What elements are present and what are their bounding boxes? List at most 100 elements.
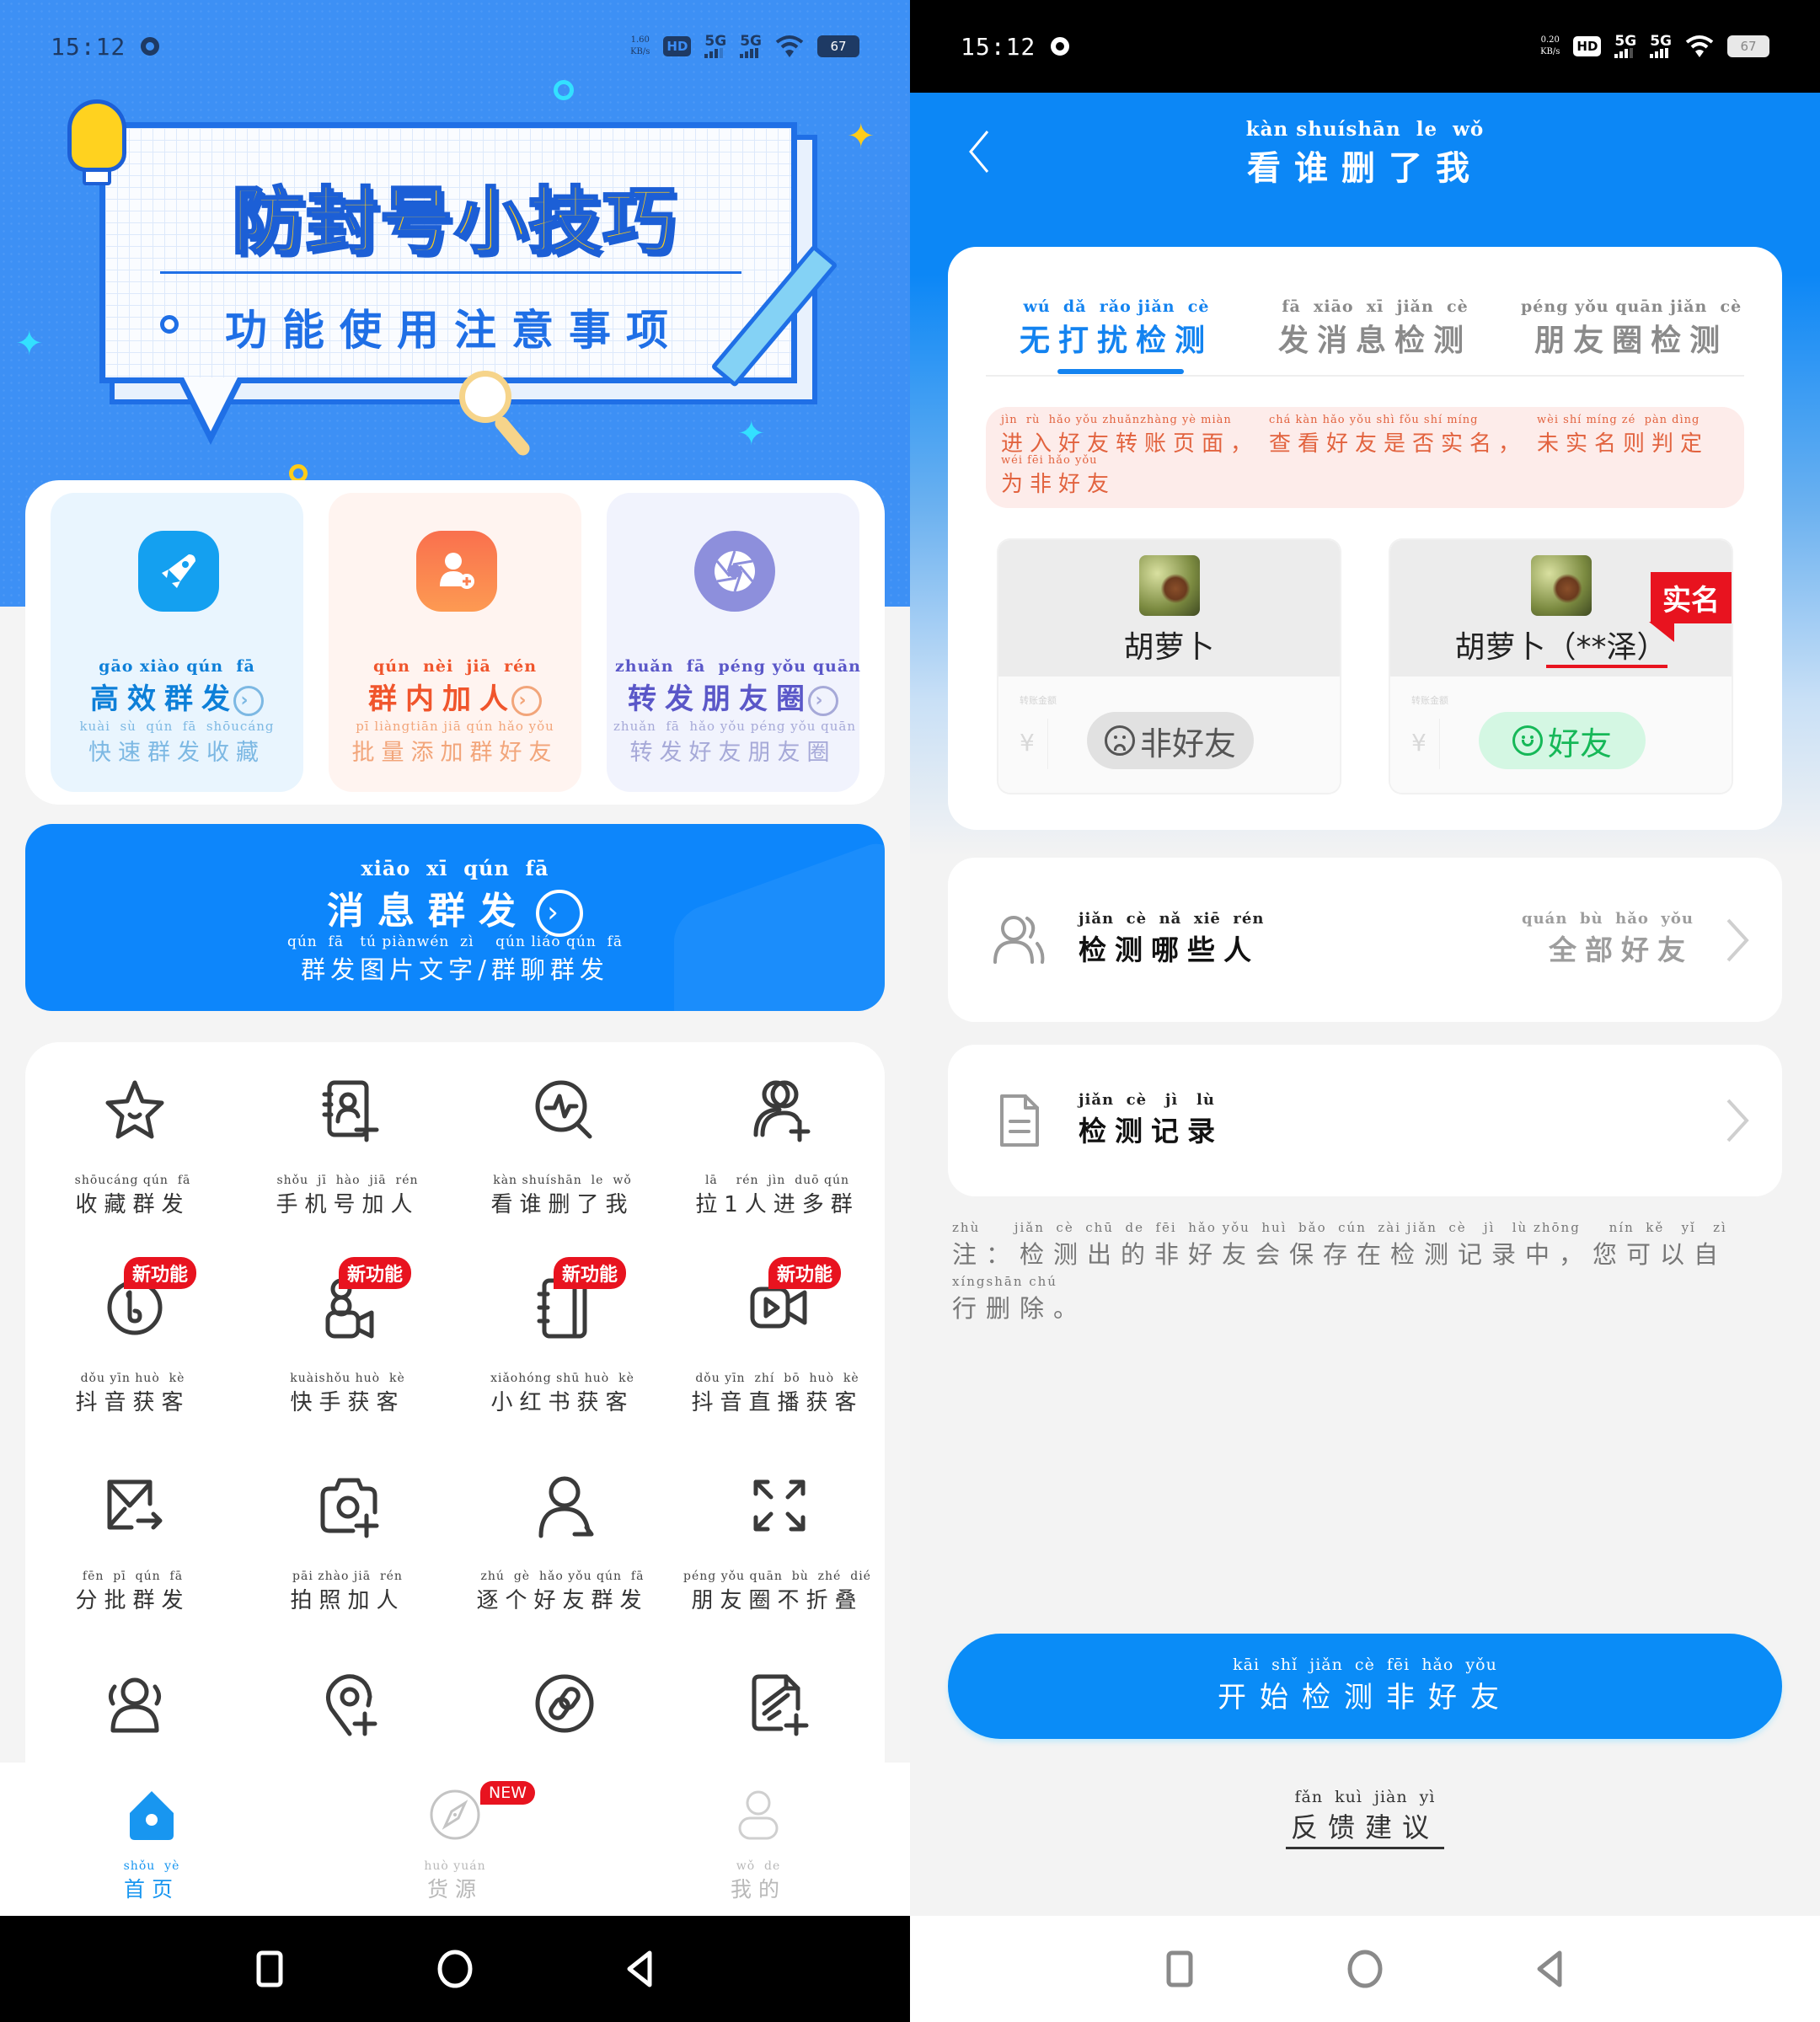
recents-button[interactable] bbox=[1159, 1948, 1201, 1990]
note-line: 行删除。 bbox=[952, 1294, 1088, 1323]
feature-forward-moments[interactable]: zhuǎn fā péng yǒu quān 转发朋友圈 › zhuǎn fā hǎ… bbox=[607, 493, 860, 792]
chevron-right-icon bbox=[1726, 1099, 1749, 1142]
new-feature-badge: 新功能 bbox=[124, 1257, 197, 1289]
tip-text: 未实名则判定 bbox=[1537, 431, 1710, 457]
detect-scope-row[interactable]: jiǎn cè nǎ xiē rén 检测哪些人 quán bù hǎo yǒu 全… bbox=[948, 858, 1782, 1022]
tip-pinyin: wèi shí míng zé pàn dìng bbox=[1537, 414, 1700, 426]
grid-item[interactable]: shōucáng qún fā 收藏群发 bbox=[25, 1042, 240, 1240]
status-badge: 非好友 bbox=[1087, 712, 1254, 769]
back-button[interactable] bbox=[619, 1948, 661, 1990]
circle-icon bbox=[437, 1950, 473, 1988]
grid-item-text: 拍照加人 bbox=[290, 1588, 405, 1613]
feedback-link[interactable]: fǎn kuì jiàn yì 反馈建议 bbox=[1285, 1788, 1444, 1849]
grid-item-text: 朋友圈不折叠 bbox=[691, 1588, 864, 1613]
feature-subtitle: kuài sù qún fā shōucáng 快速群发收藏 bbox=[57, 719, 297, 767]
option-value: 全部好友 bbox=[1549, 933, 1694, 966]
button-label: 开始检测非好友 bbox=[1218, 1681, 1512, 1714]
grid-item-pinyin: shǒu jī hào jiā rén bbox=[276, 1174, 419, 1187]
note-line: 注：检测出的非好友会保存在检测记录中，您可以自 bbox=[952, 1240, 1728, 1269]
mass-message-banner[interactable]: xiāo xī qún fā 消息群发 › qún fā tú piànwén z… bbox=[25, 824, 885, 1011]
battery-icon: 67 bbox=[817, 35, 859, 57]
grid-item[interactable]: 新功能 dǒu yīn zhí bō huò kè 抖音直播获客 bbox=[670, 1240, 885, 1438]
grid-item-text: 拉1人进多群 bbox=[695, 1192, 859, 1217]
tab-message-detect[interactable]: fā xiāo xī jiǎn cè 发消息检测 bbox=[1278, 297, 1472, 360]
speech-bubble: 防封号小技巧 功能使用注意事项 bbox=[99, 122, 797, 383]
home-button[interactable] bbox=[1344, 1948, 1386, 1990]
feature-subtitle: zhuǎn fā hǎo yǒu péng yǒu quān 转发好友朋友圈 bbox=[613, 719, 855, 767]
users-add-icon bbox=[746, 1076, 813, 1143]
grid-item-pinyin: dǒu yīn huò kè bbox=[80, 1372, 185, 1385]
signal-2-icon: 5G bbox=[740, 34, 762, 58]
option-label: 检测记录 bbox=[1079, 1115, 1223, 1147]
tab-pinyin: wú dǎ rǎo jiǎn cè bbox=[1023, 297, 1210, 316]
smile-face-icon bbox=[1512, 725, 1543, 756]
note-text: zhù jiǎn cè chū de fēi hǎo yǒu huì bǎo c… bbox=[952, 1220, 1795, 1328]
option-label: 检测哪些人 bbox=[1079, 933, 1260, 966]
status-badge: 好友 bbox=[1479, 712, 1646, 769]
tab-pinyin: shǒu yè bbox=[123, 1859, 180, 1873]
page-title-text: 看谁删了我 bbox=[1247, 149, 1483, 188]
detect-records-row[interactable]: jiǎn cè jì lù 检测记录 bbox=[948, 1045, 1782, 1196]
network-type: 5G bbox=[1650, 32, 1672, 50]
tab-label: 货源 bbox=[426, 1877, 483, 1902]
tab-pinyin: huò yuán bbox=[424, 1859, 486, 1873]
grid-item[interactable]: zhú gè hǎo yǒu qún fā 逐个好友群发 bbox=[455, 1438, 670, 1636]
status-time: 15:12 bbox=[961, 32, 1036, 61]
grid-item[interactable]: lā rén jìn duō qún 拉1人进多群 bbox=[670, 1042, 885, 1240]
tab-no-disturb-detect[interactable]: wú dǎ rǎo jiǎn cè 无打扰检测 bbox=[1020, 297, 1213, 360]
grid-item-label: dǒu yīn huò kè 抖音获客 bbox=[25, 1372, 240, 1416]
grid-item[interactable]: 新功能 dǒu yīn huò kè 抖音获客 bbox=[25, 1240, 240, 1438]
grid-item[interactable]: fēn pī qún fā 分批群发 bbox=[25, 1438, 240, 1636]
signal-1-icon: 5G bbox=[1614, 34, 1636, 58]
tab-home[interactable]: shǒu yè 首页 bbox=[0, 1763, 303, 1916]
home-button[interactable] bbox=[434, 1948, 476, 1990]
pulse-search-icon bbox=[531, 1076, 598, 1143]
grid-item[interactable]: 新功能 kuàishǒu huò kè 快手获客 bbox=[240, 1240, 455, 1438]
star-icon bbox=[101, 1076, 169, 1143]
network-type: 5G bbox=[704, 32, 727, 50]
sparkle-icon: ✦ bbox=[847, 117, 875, 156]
rocket-icon bbox=[138, 531, 219, 612]
grid-item-pinyin: kuàishǒu huò kè bbox=[290, 1372, 405, 1385]
tip-segment: jìn rù hǎo yǒu zhuǎnzhàng yè miàn 进入好友转账页… bbox=[1001, 414, 1259, 457]
grid-item-pinyin: lā rén jìn duō qún bbox=[704, 1174, 850, 1187]
grid-item[interactable]: kàn shuíshān le wǒ 看谁删了我 bbox=[455, 1042, 670, 1240]
feature-mass-send[interactable]: gāo xiào qún fā 高效群发 › kuài sù qún fā shōu… bbox=[51, 493, 303, 792]
feedback-pinyin: fǎn kuì jiàn yì bbox=[1294, 1788, 1436, 1806]
tab-sources[interactable]: NEW huò yuán 货源 bbox=[303, 1763, 607, 1916]
hd-voice-icon: HD bbox=[663, 36, 692, 56]
banner-subtitle-pinyin: qún fā tú piànwén zì qún liáo qún fā bbox=[286, 933, 624, 950]
profile-icon bbox=[738, 1790, 779, 1840]
tip-pinyin: chá kàn hǎo yǒu shì fǒu shí míng bbox=[1269, 414, 1479, 426]
new-feature-badge: 新功能 bbox=[554, 1257, 627, 1289]
tab-mine[interactable]: wǒ de 我的 bbox=[607, 1763, 910, 1916]
bubble-tail-inner bbox=[184, 377, 238, 431]
feature-group-add[interactable]: qún nèi jiā rén 群内加人 › pī liàngtiān jiā qú… bbox=[329, 493, 581, 792]
expand-icon bbox=[746, 1472, 813, 1539]
feature-title: zhuǎn fā péng yǒu quān 转发朋友圈 › bbox=[615, 657, 860, 717]
grid-item-text: 分批群发 bbox=[75, 1588, 190, 1613]
banner-subtitle-text: 群发图片文字/群聊群发 bbox=[301, 955, 609, 984]
notification-dot-icon bbox=[1051, 37, 1070, 56]
recents-button[interactable] bbox=[249, 1948, 291, 1990]
tab-label: 我的 bbox=[730, 1877, 786, 1902]
feature-title-pinyin: qún nèi jiā rén bbox=[372, 657, 538, 676]
feature-subtitle-text: 批量添加群好友 bbox=[351, 740, 559, 766]
grid-item-text: 收藏群发 bbox=[75, 1192, 190, 1217]
chevron-right-icon: › bbox=[233, 685, 264, 716]
lightbulb-icon bbox=[67, 99, 126, 172]
tab-moments-detect[interactable]: péng yǒu quān jiǎn cè 朋友圈检测 bbox=[1521, 297, 1742, 360]
sparkle-icon: ✦ bbox=[737, 415, 766, 453]
grid-item[interactable]: péng yǒu quān bù zhé dié 朋友圈不折叠 bbox=[670, 1438, 885, 1636]
back-button[interactable] bbox=[1529, 1948, 1571, 1990]
aperture-icon bbox=[694, 531, 775, 612]
start-detect-button[interactable]: kāi shǐ jiǎn cè fēi hǎo yǒu 开始检测非好友 bbox=[948, 1634, 1782, 1739]
tab-label: 朋友圈检测 bbox=[1534, 324, 1729, 358]
tip-segment: wèi shí míng zé pàn dìng 未实名则判定 bbox=[1537, 414, 1709, 457]
grid-item[interactable]: pāi zhào jiā rén 拍照加人 bbox=[240, 1438, 455, 1636]
status-text: 好友 bbox=[1547, 725, 1612, 762]
status-text: 非好友 bbox=[1139, 725, 1236, 762]
grid-item[interactable]: 新功能 xiǎohóng shū huò kè 小红书获客 bbox=[455, 1240, 670, 1438]
grid-item[interactable]: shǒu jī hào jiā rén 手机号加人 bbox=[240, 1042, 455, 1240]
feature-subtitle-pinyin: kuài sù qún fā shōucáng bbox=[79, 719, 275, 734]
